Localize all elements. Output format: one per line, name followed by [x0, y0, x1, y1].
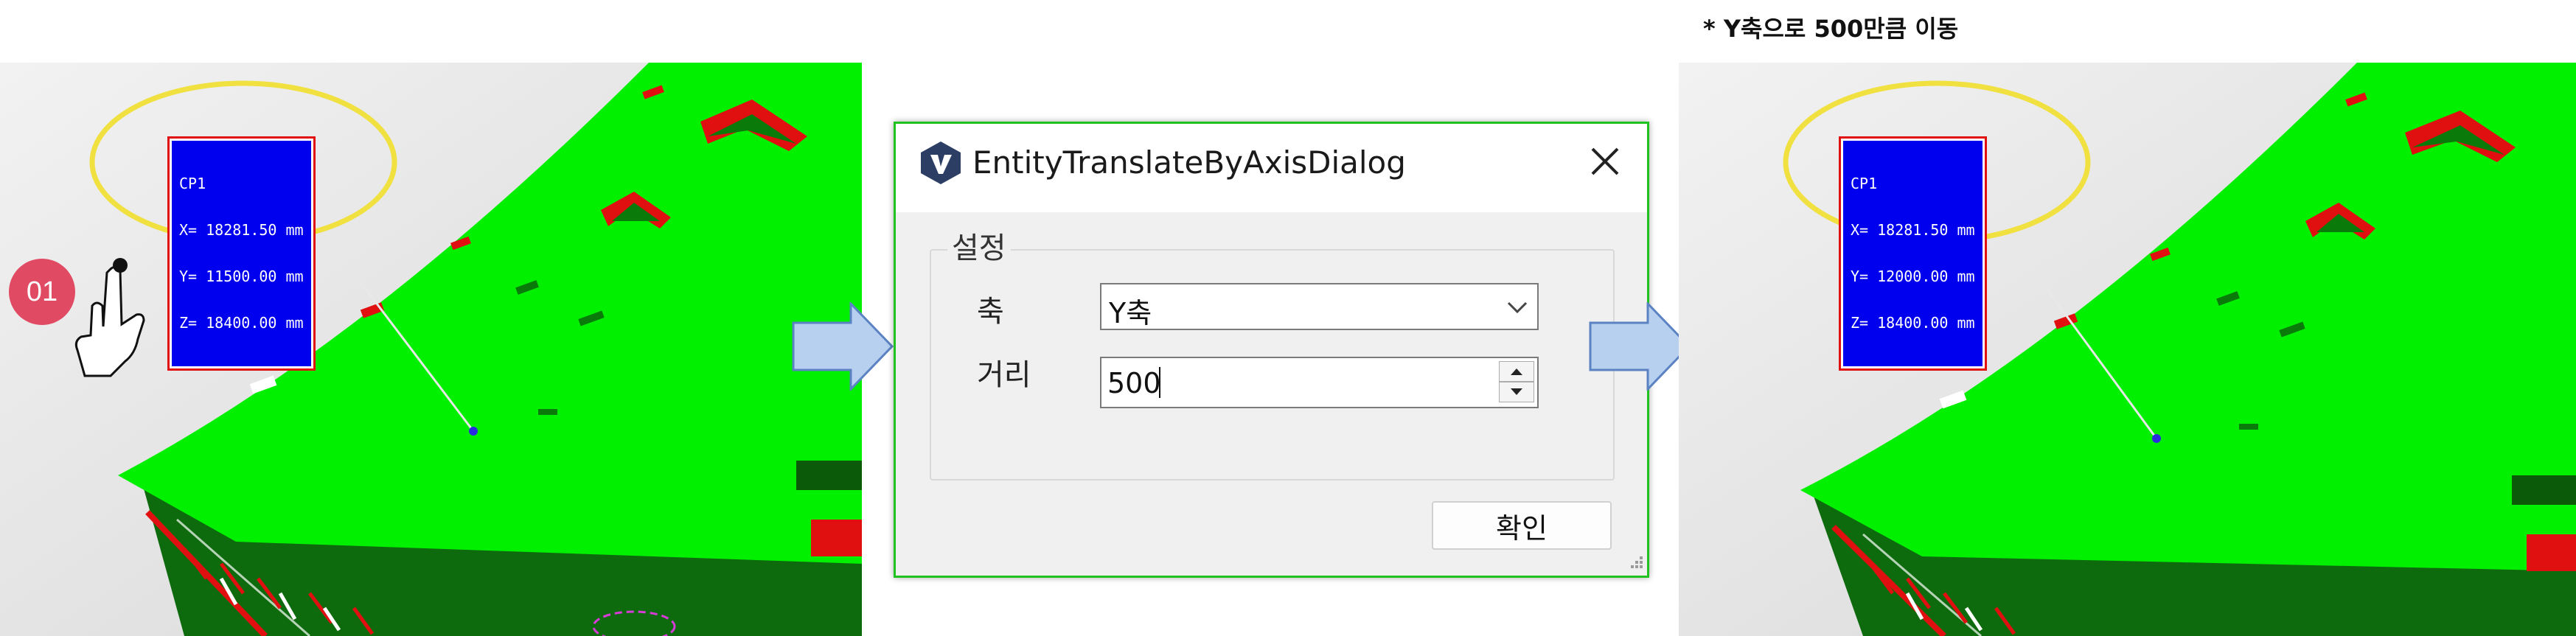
ok-button[interactable]: 확인 — [1432, 501, 1612, 550]
settings-group-title: 설정 — [947, 224, 1011, 267]
coordinate-label-before: CP1 X= 18281.50 mm Y= 11500.00 mm Z= 184… — [167, 136, 316, 371]
axis-select-value: Y축 — [1109, 297, 1152, 329]
coordinate-label-after: CP1 X= 18281.50 mm Y= 12000.00 mm Z= 184… — [1839, 136, 1987, 371]
y-coordinate: Y= 12000.00 mm — [1851, 268, 1975, 285]
x-coordinate: X= 18281.50 mm — [1851, 221, 1975, 239]
viewport-after[interactable]: CP1 X= 18281.50 mm Y= 12000.00 mm Z= 184… — [1679, 63, 2576, 636]
dialog-title: EntityTranslateByAxisDialog — [972, 144, 1406, 181]
y-coordinate: Y= 11500.00 mm — [179, 268, 304, 285]
arrow-right-icon — [1589, 302, 1691, 391]
distance-input[interactable]: 500 — [1107, 367, 1161, 399]
distance-label: 거리 — [977, 358, 1031, 392]
spin-down-button[interactable] — [1499, 382, 1534, 402]
entity-translate-dialog: EntityTranslateByAxisDialog 설정 축 Y축 거리 5… — [894, 122, 1649, 578]
close-icon[interactable] — [1584, 140, 1626, 183]
axis-select[interactable]: Y축 — [1100, 283, 1539, 330]
axis-label: 축 — [977, 295, 1004, 329]
z-coordinate: Z= 18400.00 mm — [1851, 314, 1975, 332]
text-caret — [1159, 367, 1160, 398]
step-number-badge: 01 — [9, 259, 75, 325]
app-logo-icon — [921, 141, 961, 184]
distance-spinbox[interactable]: 500 — [1100, 357, 1539, 408]
resize-grip-icon[interactable] — [1625, 553, 1644, 573]
model-view-before — [0, 63, 862, 636]
step-caption: * Y축으로 500만큼 이동 — [1703, 15, 1959, 43]
spin-up-button[interactable] — [1499, 361, 1534, 382]
x-coordinate: X= 18281.50 mm — [179, 221, 304, 239]
spin-down-icon — [1511, 388, 1522, 395]
arrow-right-icon — [792, 302, 894, 391]
chevron-down-icon — [1507, 301, 1528, 314]
spin-up-icon — [1511, 368, 1522, 375]
model-view-after — [1679, 63, 2576, 636]
z-coordinate: Z= 18400.00 mm — [179, 314, 304, 332]
viewport-before[interactable]: 01 CP1 X= 18281.50 mm Y= 11500.00 mm Z= … — [0, 63, 862, 636]
spin-buttons — [1499, 361, 1534, 404]
point-name: CP1 — [1851, 175, 1878, 192]
point-name: CP1 — [179, 175, 206, 192]
dialog-titlebar[interactable]: EntityTranslateByAxisDialog — [896, 124, 1647, 212]
